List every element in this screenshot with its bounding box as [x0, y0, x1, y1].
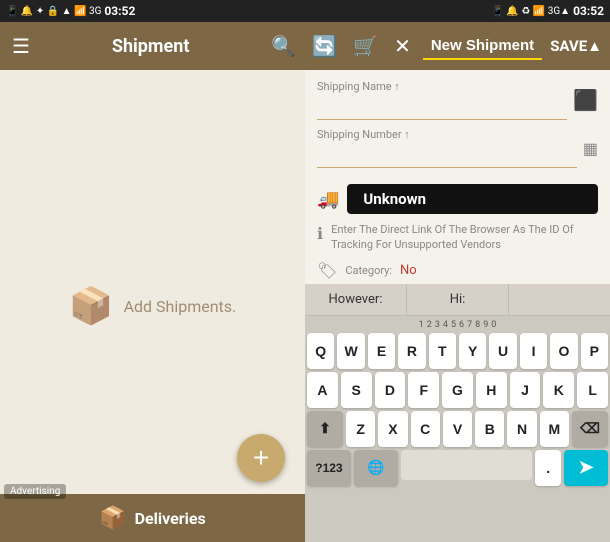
period-key[interactable]: . [535, 450, 561, 486]
keyboard-row-zxcv: ⬆ Z X C V B N M ⌫ [307, 411, 608, 447]
key-k[interactable]: K [543, 372, 574, 408]
tag-icon: 🏷 [317, 261, 337, 280]
key-v[interactable]: V [443, 411, 472, 447]
enter-key[interactable]: ➤ [564, 450, 608, 486]
key-u[interactable]: U [489, 333, 516, 369]
shipping-number-field: Shipping Number ↑ ▦ [317, 128, 598, 168]
qr-scan-icon[interactable]: ⬛ [573, 88, 598, 112]
status-left-icons: 📱 🔔 ✦ 🔒 ▲ 📶 3G 03:52 [6, 4, 135, 18]
toolbar: ☰ Shipment 🔍 🔄 🛒 ✕ New Shipment SAVE▲ [0, 22, 610, 70]
key-s[interactable]: S [341, 372, 372, 408]
key-x[interactable]: X [378, 411, 407, 447]
carrier-truck-icon: 🚚 [317, 189, 339, 210]
left-panel: 📦 Add Shipments. + Advertising 📦 Deliver… [0, 70, 305, 542]
keyboard-number-hints: 1 2 3 4 5 6 7 8 9 0 [307, 320, 608, 330]
cart-icon[interactable]: 🛒 [349, 30, 382, 62]
key-w[interactable]: W [337, 333, 364, 369]
status-bar: 📱 🔔 ✦ 🔒 ▲ 📶 3G 03:52 📱 🔔 ♻ 📶 3G▲ 03:52 [0, 0, 610, 22]
shipping-name-input[interactable] [317, 95, 567, 120]
status-left-text: 📱 🔔 ✦ 🔒 ▲ 📶 3G [6, 6, 101, 17]
category-row: 🏷 Category: No [305, 257, 610, 284]
key-n[interactable]: N [507, 411, 536, 447]
status-time-left: 03:52 [104, 4, 135, 18]
new-shipment-tab[interactable]: New Shipment [423, 33, 542, 60]
carrier-row: 🚚 Unknown [305, 180, 610, 218]
status-time-right: 03:52 [573, 4, 604, 18]
info-icon: ℹ [317, 224, 323, 243]
info-text: Enter The Direct Link Of The Browser As … [331, 222, 598, 253]
key-l[interactable]: L [577, 372, 608, 408]
info-row: ℹ Enter The Direct Link Of The Browser A… [305, 218, 610, 257]
keyboard-row-asdf: A S D F G H J K L [307, 372, 608, 408]
key-e[interactable]: E [368, 333, 395, 369]
shift-key[interactable]: ⬆ [307, 411, 343, 447]
save-button[interactable]: SAVE▲ [550, 37, 602, 55]
carrier-value: Unknown [347, 184, 598, 214]
advertising-bar: Advertising 📦 Deliveries [0, 494, 305, 542]
key-p[interactable]: P [581, 333, 608, 369]
add-shipment-area: 📦 Add Shipments. [69, 285, 237, 327]
suggest-item-empty [509, 284, 610, 315]
keyboard: 1 2 3 4 5 6 7 8 9 0 Q W E R T Y U I [305, 316, 610, 542]
key-d[interactable]: D [375, 372, 406, 408]
menu-icon[interactable]: ☰ [8, 30, 34, 62]
key-f[interactable]: F [408, 372, 439, 408]
shipping-number-input[interactable] [317, 143, 577, 168]
refresh-icon[interactable]: 🔄 [308, 30, 341, 62]
right-panel: Shipping Name ↑ ⬛ Shipping Number ↑ ▦ � [305, 70, 610, 542]
number-key[interactable]: ?123 [307, 450, 351, 486]
suggest-item-however[interactable]: However: [305, 284, 407, 315]
key-y[interactable]: Y [459, 333, 486, 369]
deliveries-icon: 📦 [99, 506, 126, 531]
add-shipment-label: Add Shipments. [124, 297, 237, 316]
key-c[interactable]: C [411, 411, 440, 447]
advertising-label: Advertising [4, 484, 66, 499]
key-q[interactable]: Q [307, 333, 334, 369]
key-g[interactable]: G [442, 372, 473, 408]
key-h[interactable]: H [476, 372, 507, 408]
status-right-text: 📱 🔔 ♻ 📶 3G▲ [492, 6, 571, 17]
key-o[interactable]: O [550, 333, 577, 369]
keyboard-bottom-row: ?123 🌐 . ➤ [307, 450, 608, 486]
shipping-name-label: Shipping Name ↑ [317, 80, 567, 93]
barcode-scan-icon[interactable]: ▦ [583, 139, 598, 158]
close-icon[interactable]: ✕ [390, 30, 415, 62]
key-j[interactable]: J [510, 372, 541, 408]
key-i[interactable]: I [520, 333, 547, 369]
category-value: No [400, 263, 417, 278]
key-t[interactable]: T [429, 333, 456, 369]
toolbar-title: Shipment [42, 36, 259, 57]
form-area: Shipping Name ↑ ⬛ Shipping Number ↑ ▦ [305, 70, 610, 180]
globe-key[interactable]: 🌐 [354, 450, 398, 486]
search-icon[interactable]: 🔍 [267, 30, 300, 62]
key-z[interactable]: Z [346, 411, 375, 447]
suggest-item-hi[interactable]: Hi: [407, 284, 509, 315]
key-a[interactable]: A [307, 372, 338, 408]
keyboard-suggest-bar: However: Hi: [305, 284, 610, 316]
shipping-number-label: Shipping Number ↑ [317, 128, 577, 141]
delete-key[interactable]: ⌫ [572, 411, 608, 447]
keyboard-row-qwerty: Q W E R T Y U I O P [307, 333, 608, 369]
key-m[interactable]: M [540, 411, 569, 447]
shipment-box-icon: 📦 [69, 285, 114, 327]
key-b[interactable]: B [475, 411, 504, 447]
status-right-icons: 📱 🔔 ♻ 📶 3G▲ 03:52 [492, 4, 605, 18]
space-bar-display [401, 450, 533, 480]
main-content: 📦 Add Shipments. + Advertising 📦 Deliver… [0, 70, 610, 542]
fab-add-button[interactable]: + [237, 434, 285, 482]
key-r[interactable]: R [398, 333, 425, 369]
shipping-name-field: Shipping Name ↑ ⬛ [317, 80, 598, 120]
category-label: Category: [345, 264, 392, 277]
deliveries-label: Deliveries [135, 509, 206, 528]
